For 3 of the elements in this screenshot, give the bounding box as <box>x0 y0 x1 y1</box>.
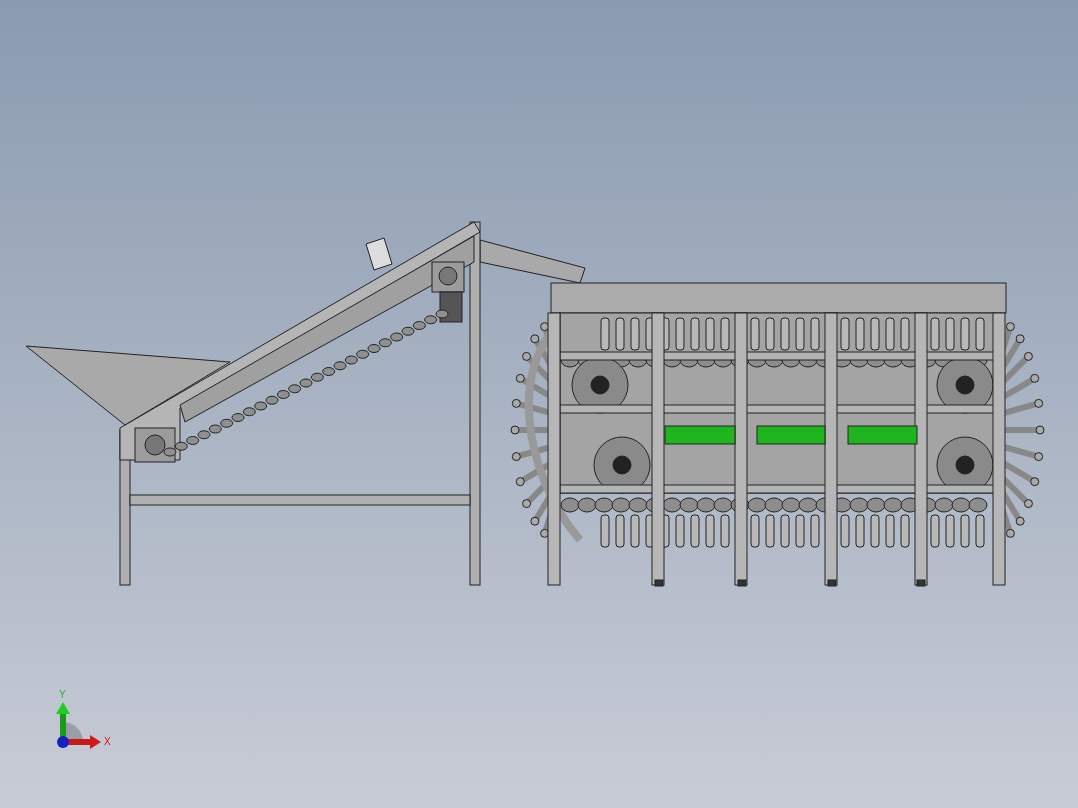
axis-label: X <box>104 736 111 747</box>
axis-triad-icon <box>56 702 101 749</box>
axis-label: Y <box>59 689 66 700</box>
